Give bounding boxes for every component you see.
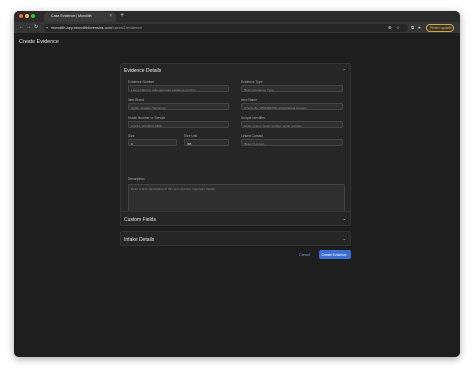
tab-title: Case Evidence | Monolith <box>51 14 92 18</box>
profile-icon[interactable]: ● <box>418 25 421 30</box>
evidence-number-placeholder: Leave blank to auto-generate evidence nu… <box>131 87 196 92</box>
chevron-down-icon: ⌄ <box>244 87 247 91</box>
unique-identifier-placeholder: Enter unique serial number, serial numbe… <box>244 123 304 128</box>
evidence-number-input[interactable]: Leave blank to auto-generate evidence nu… <box>128 85 229 92</box>
url-path: /cases/1/evidence <box>111 25 143 30</box>
unique-identifier-input[interactable]: Enter unique serial number, serial numbe… <box>241 121 343 128</box>
url-text: monolith-app.monolithforensics.com/cases… <box>51 26 142 30</box>
evidence-type-select[interactable]: Select Evidence Type ⌄ <box>241 85 343 92</box>
create-evidence-label: Create Evidence <box>321 252 347 257</box>
size-unit-label: Size Unit <box>184 134 198 138</box>
description-placeholder: Enter a brief description of this item a… <box>131 187 216 191</box>
size-unit-select[interactable]: GB ⌄ <box>184 139 229 146</box>
item-brand-input[interactable]: Apple, Google, Samsung... <box>128 103 229 110</box>
size-label: Size <box>128 134 135 138</box>
evidence-type-label: Evidence Type <box>241 80 263 84</box>
page-content: Create Evidence Evidence Details ⌃ Evide… <box>14 33 460 357</box>
browser-tab[interactable]: Case Evidence | Monolith × <box>44 12 116 22</box>
linked-contact-label: Linked Contact <box>241 134 263 138</box>
extensions-icon[interactable]: ⧉ <box>411 25 414 30</box>
custom-fields-title: Custom Fields <box>124 216 156 223</box>
evidence-details-card: Evidence Details ⌃ Evidence Number Leave… <box>120 63 351 225</box>
size-input[interactable]: 0 <box>128 139 177 146</box>
finish-update-label: Finish update <box>430 26 452 31</box>
model-number-label: Model Number or Service <box>128 116 166 120</box>
tab-close-icon[interactable]: × <box>109 13 112 19</box>
size-value: 0 <box>131 141 133 146</box>
browser-toolbar: ← → ↻ ≡ monolith-app.monolithforensics.c… <box>14 22 460 33</box>
model-number-input[interactable]: A1234, WD3500-3456... <box>128 121 229 128</box>
reload-icon[interactable]: ↻ <box>34 24 38 30</box>
custom-fields-section[interactable]: Custom Fields ⌄ <box>120 211 351 226</box>
chevron-up-icon[interactable]: ⌃ <box>343 68 346 73</box>
browser-window: Case Evidence | Monolith × + ← → ↻ ≡ mon… <box>14 11 460 357</box>
item-brand-label: Item Brand <box>128 98 145 102</box>
tab-bar: Case Evidence | Monolith × + <box>14 11 460 22</box>
address-bar[interactable]: ≡ monolith-app.monolithforensics.com/cas… <box>44 23 408 32</box>
url-host: monolith-app.monolithforensics.com <box>51 25 112 30</box>
item-name-input[interactable]: iPhone 8s, WD3458789, Gmail Email Accoun… <box>241 103 343 110</box>
bookmark-star-icon[interactable]: ☆ <box>396 25 400 31</box>
item-name-label: Item Name <box>241 98 258 102</box>
chevron-down-icon: ⌄ <box>187 141 190 145</box>
cancel-button[interactable]: Cancel <box>299 253 310 257</box>
zoom-icon[interactable]: ⊕ <box>388 25 392 31</box>
page-title: Create Evidence <box>19 39 59 45</box>
window-zoom-button[interactable] <box>31 14 35 18</box>
evidence-number-label: Evidence Number <box>128 80 155 84</box>
finish-update-button[interactable]: Finish update <box>426 23 454 32</box>
linked-contact-select[interactable]: Select Contact... ⌄ <box>241 139 343 146</box>
description-label: Description <box>128 177 145 181</box>
evidence-details-header[interactable]: Evidence Details <box>124 68 161 74</box>
window-minimize-button[interactable] <box>25 14 29 18</box>
new-tab-icon[interactable]: + <box>120 12 124 20</box>
site-info-icon[interactable]: ≡ <box>46 26 48 30</box>
intake-details-title: Intake Details <box>124 236 155 243</box>
chevron-down-icon[interactable]: ⌄ <box>343 236 346 241</box>
chevron-down-icon[interactable]: ⌄ <box>343 216 346 221</box>
back-icon[interactable]: ← <box>19 24 24 30</box>
window-close-button[interactable] <box>19 14 23 18</box>
chevron-down-icon: ⌄ <box>244 141 247 145</box>
item-brand-placeholder: Apple, Google, Samsung... <box>131 105 168 110</box>
intake-details-section[interactable]: Intake Details ⌄ <box>120 231 351 246</box>
item-name-placeholder: iPhone 8s, WD3458789, Gmail Email Accoun… <box>244 105 310 110</box>
create-evidence-button[interactable]: Create Evidence <box>319 250 351 259</box>
forward-icon[interactable]: → <box>26 24 31 30</box>
unique-identifier-label: Unique Identifier <box>241 116 266 120</box>
model-number-placeholder: A1234, WD3500-3456... <box>131 123 165 128</box>
